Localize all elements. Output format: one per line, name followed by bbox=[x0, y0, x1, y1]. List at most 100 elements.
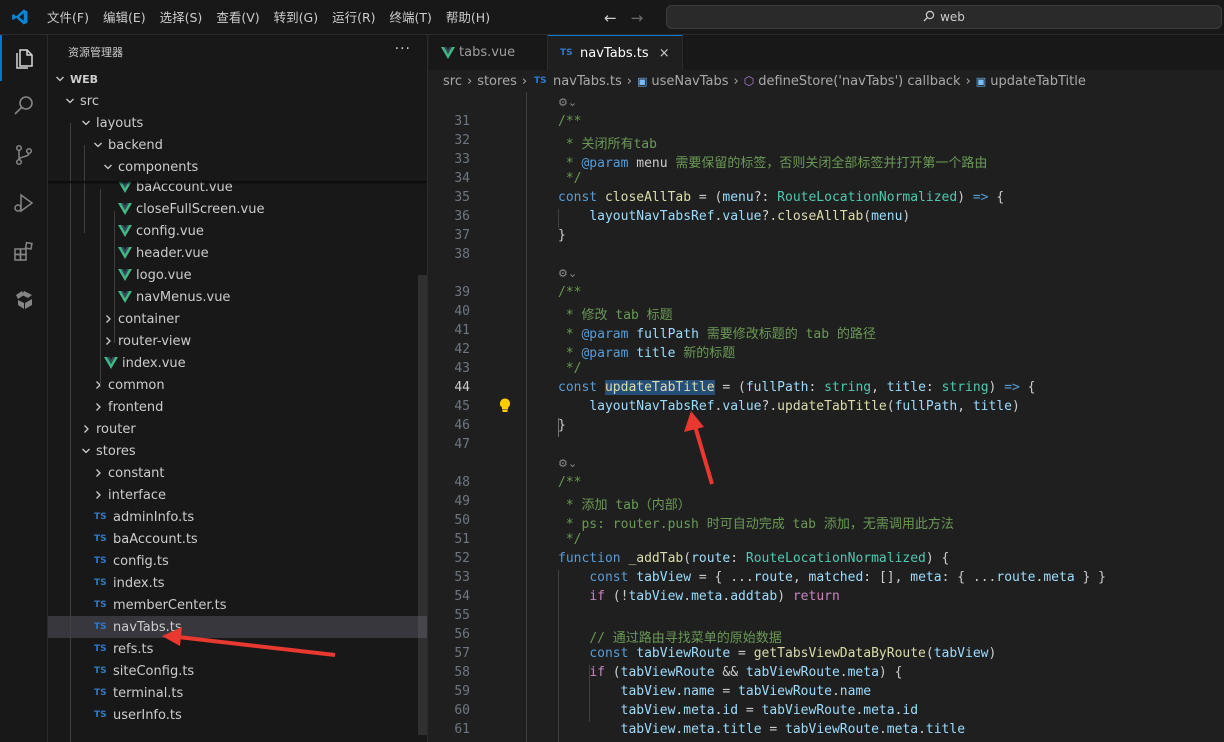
code-token: menu bbox=[871, 209, 903, 224]
tree-item[interactable]: closeFullScreen.vue bbox=[48, 198, 427, 220]
lightbulb-icon[interactable] bbox=[499, 398, 511, 417]
tree-item-label: stores bbox=[96, 443, 136, 459]
chevron-right-icon[interactable] bbox=[90, 380, 106, 390]
menu-item[interactable]: 选择(S) bbox=[153, 0, 210, 35]
tree-item[interactable]: index.vue bbox=[48, 352, 427, 374]
chevron-down-icon[interactable] bbox=[52, 74, 68, 84]
chevron-down-icon[interactable] bbox=[78, 118, 94, 128]
tree-item[interactable]: frontend bbox=[48, 396, 427, 418]
tree-item[interactable]: backend bbox=[48, 134, 427, 156]
tree-item[interactable]: header.vue bbox=[48, 242, 427, 264]
chevron-down-icon[interactable] bbox=[62, 96, 78, 106]
chevron-right-icon[interactable] bbox=[90, 402, 106, 412]
line-number: 46 bbox=[454, 418, 470, 433]
tree-item[interactable]: WEB bbox=[48, 68, 427, 90]
menu-item[interactable]: 文件(F) bbox=[40, 0, 96, 35]
tree-item[interactable]: config.vue bbox=[48, 220, 427, 242]
chevron-down-icon[interactable] bbox=[100, 162, 116, 172]
code-line: */ bbox=[558, 361, 582, 376]
tree-item-label: index.vue bbox=[122, 355, 186, 371]
menu-item[interactable]: 查看(V) bbox=[209, 0, 266, 35]
nav-arrows: ← → bbox=[604, 0, 643, 35]
tree-item[interactable]: logo.vue bbox=[48, 264, 427, 286]
tree-item[interactable]: constant bbox=[48, 462, 427, 484]
breadcrumb-item[interactable]: src bbox=[443, 74, 462, 89]
code-token: ?. bbox=[761, 399, 778, 414]
tree-item[interactable]: container bbox=[48, 308, 427, 330]
breadcrumb-item[interactable]: defineStore('navTabs') callback bbox=[758, 74, 960, 89]
tree-item[interactable]: components bbox=[48, 156, 427, 178]
breadcrumb-item[interactable]: updateTabTitle bbox=[990, 74, 1086, 89]
chevron-right-icon[interactable] bbox=[90, 468, 106, 478]
code-token: fullPath bbox=[745, 380, 809, 395]
code-token: @param bbox=[581, 156, 629, 171]
code-token: closeAllTab bbox=[604, 190, 692, 205]
code-token: . bbox=[878, 722, 887, 737]
code-line: if (tabViewRoute && tabViewRoute.meta) { bbox=[558, 665, 902, 680]
source-control-icon[interactable] bbox=[0, 131, 48, 179]
back-arrow-icon[interactable]: ← bbox=[604, 9, 617, 27]
code-token: ) { bbox=[925, 551, 950, 566]
tree-item-label: interface bbox=[108, 487, 166, 503]
tree-item-label: constant bbox=[108, 465, 165, 481]
breadcrumb-item[interactable]: useNavTabs bbox=[651, 74, 728, 89]
line-number: 60 bbox=[454, 703, 470, 718]
code-token: function bbox=[558, 551, 629, 566]
tree-item[interactable]: navMenus.vue bbox=[48, 286, 427, 308]
tab-tabs-vue[interactable]: tabs.vue bbox=[429, 35, 548, 70]
tree-item-label: router bbox=[96, 421, 136, 437]
tree-item[interactable]: TS siteConfig.ts bbox=[48, 660, 427, 682]
codelens-icon[interactable]: ⚙⌄ bbox=[558, 457, 577, 470]
tab-navtabs[interactable]: TS navTabs.ts × bbox=[548, 35, 683, 70]
tree-item[interactable]: layouts bbox=[48, 112, 427, 134]
codelens-icon[interactable]: ⚙⌄ bbox=[558, 267, 577, 280]
chevron-down-icon[interactable] bbox=[90, 140, 106, 150]
menu-item[interactable]: 编辑(E) bbox=[96, 0, 153, 35]
tree-item[interactable]: stores bbox=[48, 440, 427, 462]
explorer-files-icon[interactable] bbox=[0, 35, 48, 83]
tree-item[interactable]: baAccount.vue bbox=[48, 176, 427, 198]
sidebar-scrollbar[interactable] bbox=[418, 275, 427, 735]
extension-plugin-icon[interactable] bbox=[0, 275, 48, 323]
codelens-icon[interactable]: ⚙⌄ bbox=[558, 96, 577, 109]
tree-item[interactable]: src bbox=[48, 90, 427, 112]
breadcrumb-item[interactable]: stores bbox=[477, 74, 517, 89]
tree-item[interactable]: TS userInfo.ts bbox=[48, 704, 427, 726]
chevron-down-icon[interactable] bbox=[78, 446, 94, 456]
code-token: RouteLocationNormalized bbox=[745, 551, 926, 566]
tree-item[interactable]: TS baAccount.ts bbox=[48, 528, 427, 550]
code-editor[interactable]: ⚙⌄ 31 /** 32 * 关闭所有tab 33 * @param menu 需要保留… bbox=[429, 92, 1224, 742]
command-center-search[interactable]: web bbox=[666, 5, 1222, 29]
forward-arrow-icon[interactable]: → bbox=[631, 9, 644, 27]
menu-item[interactable]: 终端(T) bbox=[383, 0, 439, 35]
extensions-icon[interactable] bbox=[0, 227, 48, 275]
code-token: ( bbox=[604, 665, 621, 680]
tree-item[interactable]: router-view bbox=[48, 330, 427, 352]
line-number: 50 bbox=[454, 513, 470, 528]
breadcrumb-item[interactable]: navTabs.ts bbox=[553, 74, 622, 89]
search-icon[interactable] bbox=[0, 81, 48, 129]
menu-item[interactable]: 帮助(H) bbox=[439, 0, 497, 35]
more-actions-icon[interactable]: ··· bbox=[395, 41, 411, 57]
chevron-right-icon[interactable] bbox=[78, 424, 94, 434]
line-number: 35 bbox=[454, 190, 470, 205]
code-token: meta bbox=[683, 722, 715, 737]
tree-item[interactable]: common bbox=[48, 374, 427, 396]
menu-item[interactable]: 运行(R) bbox=[325, 0, 382, 35]
code-line: * ps: router.push 时可自动完成 tab 添加，无需调用此方法 bbox=[558, 513, 954, 532]
run-debug-icon[interactable] bbox=[0, 179, 48, 227]
chevron-right-icon[interactable] bbox=[90, 490, 106, 500]
tree-item[interactable]: TS index.ts bbox=[48, 572, 427, 594]
close-icon[interactable]: × bbox=[659, 46, 670, 61]
tree-item[interactable]: TS refs.ts bbox=[48, 638, 427, 660]
tree-item[interactable]: TS config.ts bbox=[48, 550, 427, 572]
tree-item[interactable]: interface bbox=[48, 484, 427, 506]
line-number: 37 bbox=[454, 228, 470, 243]
tree-item[interactable]: TS terminal.ts bbox=[48, 682, 427, 704]
menu-item[interactable]: 转到(G) bbox=[267, 0, 325, 35]
tree-item[interactable]: TS navTabs.ts bbox=[48, 616, 427, 638]
tree-item[interactable]: TS memberCenter.ts bbox=[48, 594, 427, 616]
tree-item[interactable]: TS adminInfo.ts bbox=[48, 506, 427, 528]
tree-item[interactable]: router bbox=[48, 418, 427, 440]
